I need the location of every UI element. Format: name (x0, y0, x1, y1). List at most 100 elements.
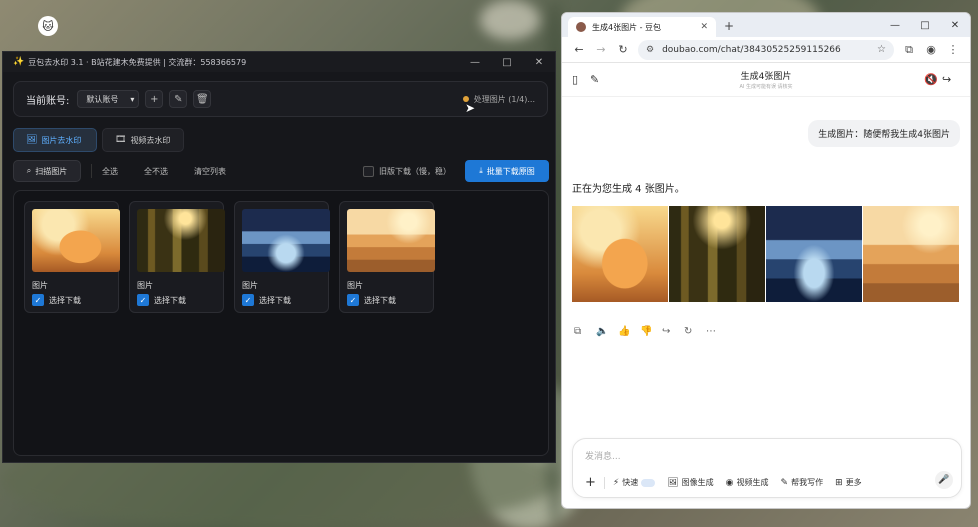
batch-download-label: 批量下载原图 (486, 166, 535, 176)
tab-label: 图片去水印 (41, 135, 82, 145)
select-label: 选择下载 (364, 295, 396, 305)
select-download-checkbox[interactable]: ✓ 选择下载 (242, 294, 291, 306)
url-field[interactable]: ⚙ doubao.com/chat/38430525259115266 ☆ (638, 39, 894, 60)
browser-window: 生成4张图片 - 豆包 ✕ + — □ ✕ ← → ↻ ⚙ doubao.com… (561, 12, 971, 509)
desktop-cat-icon[interactable]: 🐱 (38, 16, 58, 36)
tab-video-watermark[interactable]: 🎞 视频去水印 (102, 128, 184, 152)
tool-more[interactable]: ⊞ 更多 (835, 477, 862, 488)
add-account-button[interactable]: + (145, 90, 164, 108)
minimize-button[interactable]: — (880, 20, 910, 31)
maximize-button[interactable]: □ (491, 57, 523, 68)
select-label: 选择下载 (259, 295, 291, 305)
select-download-checkbox[interactable]: ✓ 选择下载 (32, 294, 81, 306)
select-none-button[interactable]: 全不选 (144, 166, 168, 177)
account-select-value: 默认账号 (86, 94, 119, 104)
check-icon: ✓ (242, 294, 254, 306)
address-bar: ← → ↻ ⚙ doubao.com/chat/3843052525911526… (562, 37, 970, 63)
generated-image[interactable] (863, 206, 959, 302)
composer-placeholder[interactable]: 发消息... (585, 449, 621, 462)
site-info-icon[interactable]: ⚙ (646, 45, 654, 55)
image-gallery: 图片 ✓ 选择下载 图片 ✓ 选择下载 图片 ✓ 选择下载 图片 ✓ 选择下载 (13, 190, 549, 456)
image-card[interactable]: 图片 ✓ 选择下载 (129, 201, 225, 313)
select-download-checkbox[interactable]: ✓ 选择下载 (347, 294, 396, 306)
thumbs-down-icon[interactable]: 👎 (640, 326, 662, 337)
gallery-toolbar: ⌕ 扫描图片 全选 全不选 清空列表 旧版下载（慢，稳） ⤓ 批量下载原图 (13, 159, 549, 183)
tool-fast[interactable]: ⚡ 快速 (612, 477, 656, 488)
chat-title: 生成4张图片 (740, 72, 792, 82)
cast-icon[interactable]: ⧉ (898, 43, 920, 57)
message-composer[interactable]: 发消息... + ⚡ 快速 🖼 图像生成 ◉ 视频生成 ✎ 帮我写作 ⊞ 更多 🎤 (572, 438, 962, 498)
edit-icon: ✎ (174, 93, 183, 105)
scan-label: 扫描图片 (35, 166, 68, 176)
image-card[interactable]: 图片 ✓ 选择下载 (234, 201, 330, 313)
select-label: 选择下载 (49, 295, 81, 305)
browser-tab[interactable]: 生成4张图片 - 豆包 ✕ (568, 17, 716, 37)
card-label: 图片 (347, 281, 363, 290)
generated-image[interactable] (669, 206, 765, 302)
old-download-checkbox[interactable]: 旧版下载（慢，稳） (363, 165, 451, 177)
image-thumbnail[interactable] (137, 209, 225, 272)
image-thumbnail[interactable] (347, 209, 435, 272)
close-tab-icon[interactable]: ✕ (700, 22, 708, 32)
image-card[interactable]: 图片 ✓ 选择下载 (24, 201, 120, 313)
user-message: 生成图片：随便帮我生成4张图片 (808, 120, 960, 147)
attach-plus-icon[interactable]: + (585, 475, 596, 490)
mouse-cursor-icon: ➤ (465, 101, 476, 115)
forward-icon[interactable]: → (590, 43, 612, 56)
check-icon: ✓ (32, 294, 44, 306)
video-icon: ◉ (725, 477, 734, 488)
minimize-button[interactable]: — (459, 57, 491, 68)
mute-icon[interactable]: 🔇 (924, 73, 942, 86)
close-button[interactable]: ✕ (940, 20, 970, 31)
app-titlebar: ✨ 豆包去水印 3.1 · B站花建木免费提供 | 交流群：558366579 … (3, 52, 555, 72)
image-thumbnail[interactable] (242, 209, 330, 272)
scan-images-button[interactable]: ⌕ 扫描图片 (13, 160, 81, 182)
microphone-button[interactable]: 🎤 (935, 471, 953, 489)
regenerate-icon[interactable]: ↻ (684, 326, 706, 337)
thumbs-up-icon[interactable]: 👍 (618, 326, 640, 337)
back-icon[interactable]: ← (568, 43, 590, 56)
sidebar-toggle-icon[interactable]: ▯ (572, 73, 590, 86)
batch-download-button[interactable]: ⤓ 批量下载原图 (465, 160, 549, 182)
generated-image[interactable] (766, 206, 862, 302)
new-chat-icon[interactable]: ✎ (590, 73, 608, 86)
share-icon[interactable]: ↪ (662, 326, 684, 337)
lightning-icon: ⚡ (612, 477, 620, 488)
more-icon[interactable]: ⋯ (706, 326, 728, 337)
trash-icon: 🗑 (196, 93, 209, 105)
tool-write[interactable]: ✎ 帮我写作 (781, 477, 824, 488)
check-icon: ✓ (137, 294, 149, 306)
tool-label: 视频生成 (736, 478, 769, 487)
card-label: 图片 (242, 281, 258, 290)
reload-icon[interactable]: ↻ (612, 43, 634, 56)
download-icon: ⤓ (479, 166, 483, 175)
close-button[interactable]: ✕ (523, 57, 555, 68)
delete-account-button[interactable]: 🗑 (193, 90, 212, 108)
bookmark-star-icon[interactable]: ☆ (877, 44, 886, 55)
app-title: 豆包去水印 3.1 · B站花建木免费提供 | 交流群：558366579 (28, 57, 247, 67)
bot-message: 正在为您生成 4 张图片。 (572, 184, 685, 195)
toggle-switch[interactable] (641, 478, 656, 487)
select-all-button[interactable]: 全选 (102, 166, 118, 177)
tab-image-watermark[interactable]: 🖼 图片去水印 (13, 128, 97, 152)
url-text: doubao.com/chat/38430525259115266 (662, 44, 841, 55)
image-thumbnail[interactable] (32, 209, 120, 272)
tool-video-gen[interactable]: ◉ 视频生成 (726, 477, 769, 488)
tool-image-gen[interactable]: 🖼 图像生成 (667, 477, 713, 488)
menu-icon[interactable]: ⋮ (942, 43, 964, 56)
maximize-button[interactable]: □ (910, 20, 940, 31)
copy-icon[interactable]: ⧉ (574, 326, 596, 337)
image-card[interactable]: 图片 ✓ 选择下载 (339, 201, 435, 313)
clear-list-button[interactable]: 清空列表 (194, 166, 226, 177)
favicon-icon (576, 22, 586, 32)
edit-account-button[interactable]: ✎ (169, 90, 188, 108)
account-select[interactable]: 默认账号 ▾ (77, 90, 140, 108)
select-download-checkbox[interactable]: ✓ 选择下载 (137, 294, 186, 306)
speaker-icon[interactable]: 🔈 (596, 326, 618, 337)
generated-image[interactable] (572, 206, 668, 302)
chat-subtitle: AI 生成可能有误 请核实 (739, 84, 793, 90)
share-icon[interactable]: ↪ (942, 73, 960, 86)
profile-icon[interactable]: ◉ (920, 43, 942, 56)
divider (603, 476, 605, 489)
new-tab-button[interactable]: + (724, 19, 734, 33)
